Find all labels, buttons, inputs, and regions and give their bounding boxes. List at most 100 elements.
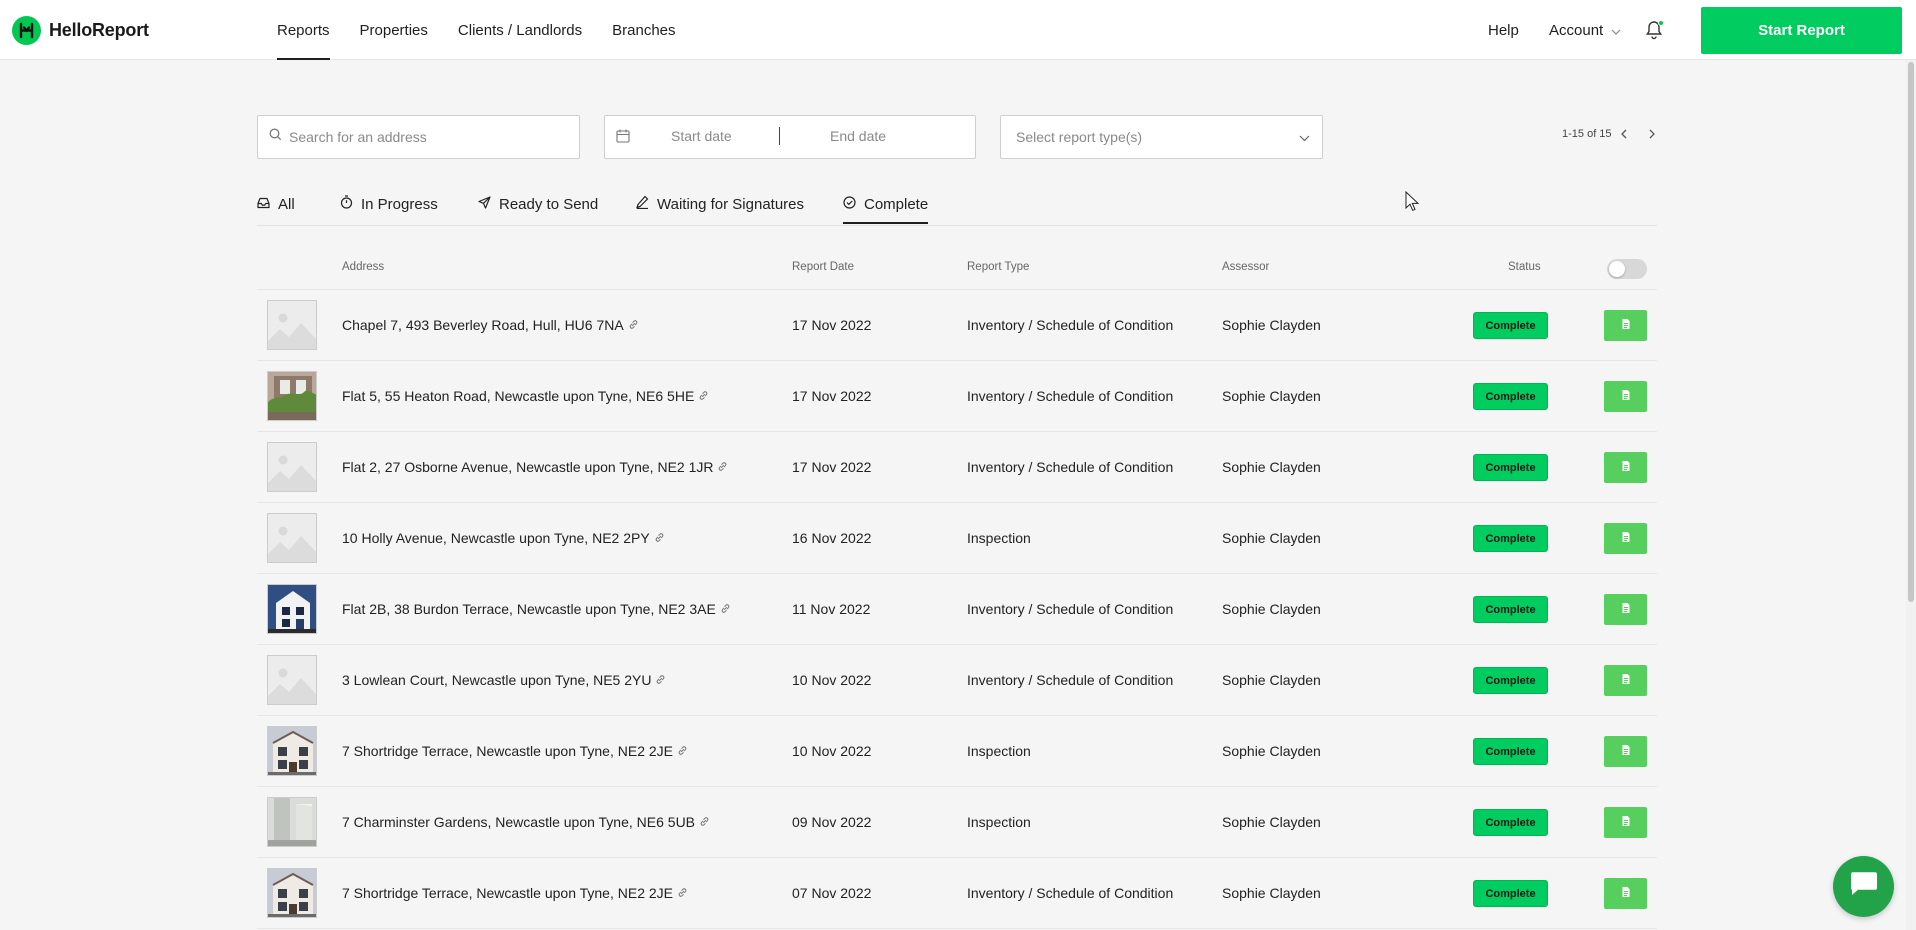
view-report-button[interactable] [1604,878,1647,909]
report-type: Inspection [967,530,1031,546]
property-thumbnail[interactable] [267,584,317,634]
report-date: 09 Nov 2022 [792,814,872,830]
table-row[interactable]: 10 Holly Avenue, Newcastle upon Tyne, NE… [257,503,1657,574]
column-header-report-date[interactable]: Report Date [792,261,854,273]
address-link[interactable]: 10 Holly Avenue, Newcastle upon Tyne, NE… [342,530,665,546]
end-date-input[interactable] [830,128,950,144]
help-link[interactable]: Help [1488,0,1519,60]
notifications-bell-icon[interactable] [1645,20,1665,42]
nav-reports[interactable]: Reports [277,0,330,60]
link-icon [628,317,639,333]
tab-all[interactable]: All [257,186,295,222]
tab-in-progress[interactable]: In Progress [340,186,438,222]
table-row[interactable]: 7 Shortridge Terrace, Newcastle upon Tyn… [257,858,1657,929]
address-text: Flat 2B, 38 Burdon Terrace, Newcastle up… [342,601,716,617]
tab-ready-to-send[interactable]: Ready to Send [478,186,598,222]
link-icon [698,388,709,404]
start-report-button[interactable]: Start Report [1701,7,1902,54]
account-menu[interactable]: Account [1549,0,1621,60]
search-input[interactable] [289,129,569,145]
property-thumbnail[interactable] [267,726,317,776]
toggle-knob [1609,261,1625,277]
address-text: 3 Lowlean Court, Newcastle upon Tyne, NE… [342,672,652,688]
column-header-address[interactable]: Address [342,261,384,273]
property-thumbnail[interactable] [267,371,317,421]
column-header-report-type[interactable]: Report Type [967,261,1029,273]
assessor-name: Sophie Clayden [1222,317,1321,333]
view-report-button[interactable] [1604,381,1647,412]
property-thumbnail[interactable] [267,300,317,350]
address-text: Flat 5, 55 Heaton Road, Newcastle upon T… [342,388,695,404]
table-row[interactable]: 3 Lowlean Court, Newcastle upon Tyne, NE… [257,645,1657,716]
tab-label: Ready to Send [499,195,599,213]
property-thumbnail[interactable] [267,797,317,847]
account-label: Account [1549,21,1604,39]
view-report-button[interactable] [1604,452,1647,483]
address-text: Flat 2, 27 Osborne Avenue, Newcastle upo… [342,459,714,475]
table-header: Address Report Date Report Type Assessor… [257,252,1657,290]
report-date: 17 Nov 2022 [792,459,872,475]
table-row[interactable]: Flat 5, 55 Heaton Road, Newcastle upon T… [257,361,1657,432]
select-all-toggle[interactable] [1607,259,1647,279]
view-report-button[interactable] [1604,523,1647,554]
address-link[interactable]: 7 Charminster Gardens, Newcastle upon Ty… [342,814,710,830]
column-header-status[interactable]: Status [1508,261,1541,273]
property-thumbnail[interactable] [267,655,317,705]
view-report-button[interactable] [1604,594,1647,625]
logo[interactable]: HelloReport [12,15,149,45]
address-text: 7 Shortridge Terrace, Newcastle upon Tyn… [342,743,673,759]
report-type: Inspection [967,814,1031,830]
tab-complete[interactable]: Complete [843,186,929,224]
date-separator [779,127,780,145]
column-header-assessor[interactable]: Assessor [1222,261,1269,273]
table-row[interactable]: 7 Charminster Gardens, Newcastle upon Ty… [257,787,1657,858]
status-badge: Complete [1473,809,1548,836]
status-tabs: All In Progress Ready to Send Waiting fo… [257,186,1657,226]
previous-page-icon[interactable] [1620,129,1628,139]
assessor-name: Sophie Clayden [1222,885,1321,901]
document-icon [1621,673,1631,688]
timer-icon [340,195,353,213]
tab-waiting-for-signatures[interactable]: Waiting for Signatures [636,186,804,222]
status-badge: Complete [1473,525,1548,552]
document-icon [1621,815,1631,830]
notification-dot [1658,20,1664,26]
address-link[interactable]: 7 Shortridge Terrace, Newcastle upon Tyn… [342,743,688,759]
nav-branches[interactable]: Branches [612,0,675,60]
property-thumbnail[interactable] [267,868,317,918]
status-badge: Complete [1473,738,1548,765]
start-date-input[interactable] [671,128,791,144]
next-page-icon[interactable] [1648,129,1656,139]
assessor-name: Sophie Clayden [1222,388,1321,404]
view-report-button[interactable] [1604,807,1647,838]
table-row[interactable]: Chapel 7, 493 Beverley Road, Hull, HU6 7… [257,290,1657,361]
scrollbar-thumb[interactable] [1908,62,1914,602]
table-row[interactable]: 7 Shortridge Terrace, Newcastle upon Tyn… [257,716,1657,787]
report-date: 17 Nov 2022 [792,388,872,404]
table-row[interactable]: Flat 2B, 38 Burdon Terrace, Newcastle up… [257,574,1657,645]
tab-label: Waiting for Signatures [657,195,805,213]
address-link[interactable]: Flat 2B, 38 Burdon Terrace, Newcastle up… [342,601,731,617]
status-badge: Complete [1473,383,1548,410]
assessor-name: Sophie Clayden [1222,814,1321,830]
address-link[interactable]: 3 Lowlean Court, Newcastle upon Tyne, NE… [342,672,666,688]
page-scrollbar[interactable] [1906,60,1916,930]
address-link[interactable]: Flat 5, 55 Heaton Road, Newcastle upon T… [342,388,709,404]
address-link[interactable]: Flat 2, 27 Osborne Avenue, Newcastle upo… [342,459,728,475]
calendar-icon[interactable] [616,129,630,148]
address-link[interactable]: Chapel 7, 493 Beverley Road, Hull, HU6 7… [342,317,639,333]
report-date: 10 Nov 2022 [792,672,872,688]
nav-properties[interactable]: Properties [360,0,428,60]
view-report-button[interactable] [1604,736,1647,767]
address-text: 7 Charminster Gardens, Newcastle upon Ty… [342,814,696,830]
property-thumbnail[interactable] [267,513,317,563]
address-link[interactable]: 7 Shortridge Terrace, Newcastle upon Tyn… [342,885,688,901]
report-type-select[interactable]: Select report type(s) [1000,115,1323,159]
nav-clients-landlords[interactable]: Clients / Landlords [458,0,582,60]
live-chat-button[interactable] [1833,856,1894,917]
view-report-button[interactable] [1604,310,1647,341]
property-thumbnail[interactable] [267,442,317,492]
table-row[interactable]: Flat 2, 27 Osborne Avenue, Newcastle upo… [257,432,1657,503]
address-text: 10 Holly Avenue, Newcastle upon Tyne, NE… [342,530,650,546]
view-report-button[interactable] [1604,665,1647,696]
